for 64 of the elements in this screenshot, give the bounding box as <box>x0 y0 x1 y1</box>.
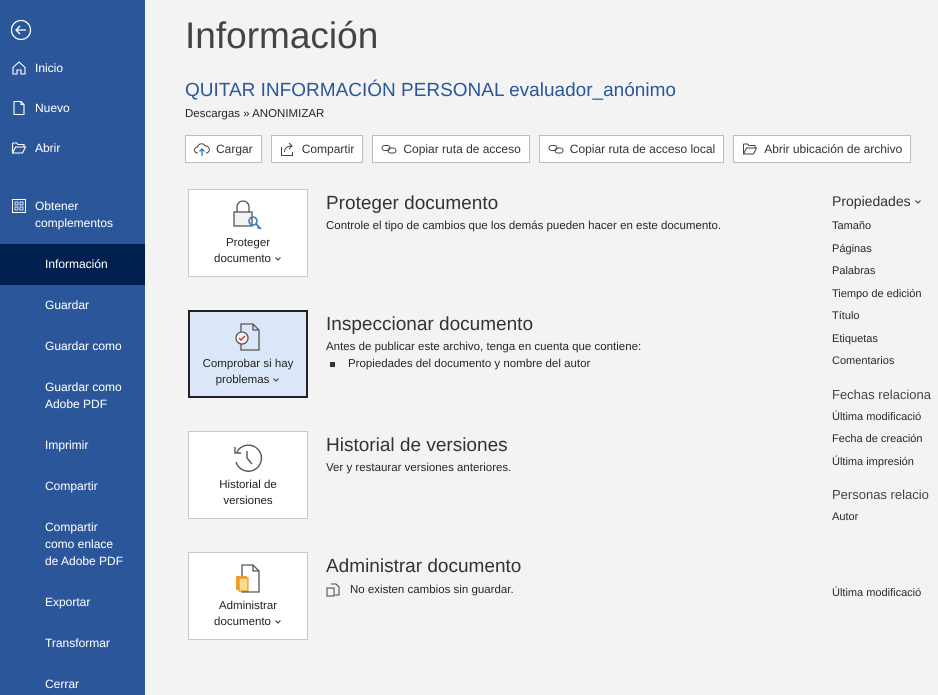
property-label: Tamaño <box>832 219 872 234</box>
property-label: Última modificació <box>832 410 922 424</box>
section-description: Controle el tipo de cambios que los demás pueden hacer en este documento. <box>326 220 722 232</box>
sidebar-item[interactable]: Imprimir <box>0 425 145 466</box>
folder-icon <box>742 141 758 157</box>
folder-icon <box>11 140 27 156</box>
section-description: Ver y restaurar versiones anteriores. <box>326 462 512 474</box>
sidebar-item[interactable]: Inicio <box>0 49 145 89</box>
group-heading: Fechas relaciona <box>832 386 932 402</box>
home-icon <box>11 60 27 76</box>
property-label: Última impresión <box>832 454 915 470</box>
action-tile[interactable]: Proteger documento <box>188 189 308 277</box>
sidebar-item[interactable]: Guardar <box>0 285 145 326</box>
sidebar-item[interactable]: Obtener complementos <box>0 187 145 244</box>
section-title: Historial de versiones <box>326 435 509 457</box>
sidebar-item[interactable]: Exportar <box>0 582 145 623</box>
property-label: Autor <box>832 510 860 525</box>
action-tile[interactable]: Administrar documento <box>188 552 308 640</box>
section-description: Antes de publicar este archivo, tenga en cuenta que contiene: <box>326 341 642 353</box>
property-label: Páginas <box>832 242 873 256</box>
group-heading: Personas relacio <box>832 487 930 502</box>
toolbar-button[interactable]: Abrir ubicación de archivo <box>733 135 912 163</box>
property-label: Tiempo de edición <box>832 286 922 302</box>
caret-icon <box>274 256 282 262</box>
property-label: Última modificació <box>832 586 922 600</box>
section-title: Administrar documento <box>326 556 522 578</box>
back-button[interactable] <box>9 19 33 41</box>
page-title: Información <box>185 14 380 58</box>
caret-icon <box>914 199 922 206</box>
sidebar-item[interactable]: Nuevo <box>0 89 145 129</box>
status-text: No existen cambios sin guardar. <box>350 584 514 596</box>
sidebar-item[interactable]: Guardar como Adobe PDF <box>0 367 145 425</box>
cloud-upload-icon <box>194 141 210 157</box>
toolbar-button[interactable]: Compartir <box>270 135 364 163</box>
sidebar-item[interactable]: Cerrar <box>0 664 145 695</box>
document-icon <box>11 100 27 116</box>
property-label: Comentarios <box>832 354 896 369</box>
sidebar-item[interactable]: Compartir <box>0 466 145 507</box>
bullet-text: Propiedades del documento y nombre del autor <box>348 358 590 370</box>
sidebar-item[interactable]: Transformar <box>0 623 145 664</box>
caret-icon <box>274 618 282 625</box>
documents-icon <box>326 583 340 597</box>
property-label: Fecha de creación <box>832 432 924 447</box>
sidebar-item[interactable]: Información <box>0 244 145 285</box>
properties-heading[interactable]: Propiedades <box>832 193 938 209</box>
bullet-icon <box>330 362 335 366</box>
sidebar-item[interactable]: Abrir <box>0 129 145 169</box>
sidebar-item[interactable]: Compartir como enlace de Adobe PDF <box>0 507 145 582</box>
share-icon <box>280 141 296 157</box>
file-path: Descargas » ANONIMIZAR <box>185 108 326 120</box>
toolbar-button[interactable]: Cargar <box>185 135 262 163</box>
section-title: Inspeccionar documento <box>326 314 534 336</box>
grid-icon <box>11 198 27 214</box>
action-tile[interactable]: Historial de versiones <box>188 431 308 519</box>
property-label: Etiquetas <box>832 332 879 346</box>
section-title: Proteger documento <box>326 193 500 215</box>
action-tile[interactable]: Comprobar si hay problemas <box>188 310 308 398</box>
sidebar-item[interactable]: Guardar como <box>0 326 145 367</box>
property-label: Título <box>832 309 861 324</box>
property-label: Palabras <box>832 264 876 279</box>
document-title: QUITAR INFORMACIÓN PERSONAL evaluador_anónimo <box>185 80 677 102</box>
caret-icon <box>272 376 280 383</box>
toolbar-button[interactable]: Copiar ruta de acceso <box>372 135 530 163</box>
toolbar-button[interactable]: Copiar ruta de acceso local <box>538 135 724 163</box>
